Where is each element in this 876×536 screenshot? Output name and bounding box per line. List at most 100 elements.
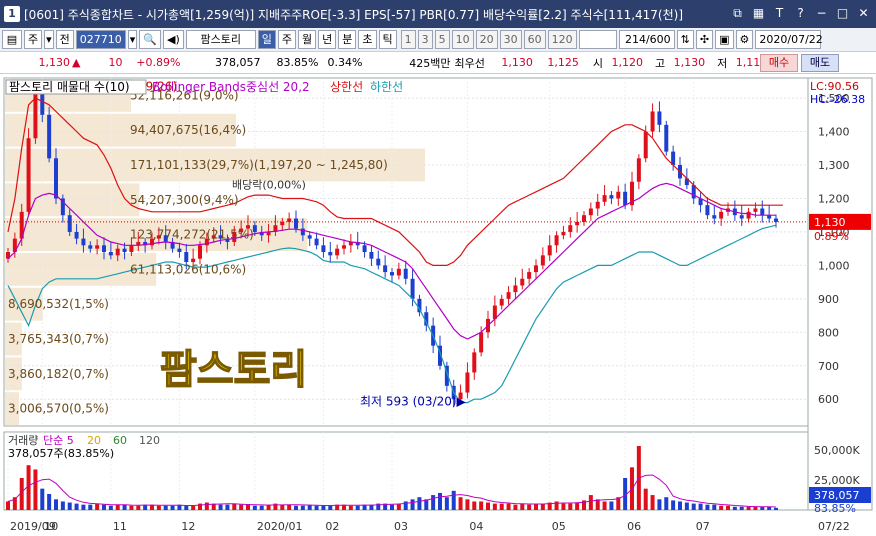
candle-body xyxy=(321,245,326,252)
volume-bar xyxy=(300,505,305,510)
volume-bar xyxy=(259,505,264,510)
interval-1[interactable]: 1 xyxy=(400,30,416,49)
date-input[interactable]: 2020/07/22 xyxy=(755,30,823,49)
volume-bar xyxy=(163,505,168,510)
volume-bar xyxy=(444,497,449,510)
volume-bar xyxy=(664,497,669,510)
low-label: 저 xyxy=(717,56,728,70)
stock-chart[interactable]: 6007008009001,0001,1001,2001,3001,4001,5… xyxy=(0,74,876,536)
period-tick[interactable]: 틱 xyxy=(378,30,397,49)
interval-120[interactable]: 120 xyxy=(547,30,577,49)
volume-bar xyxy=(239,504,244,510)
y-tick-label: 1,400 xyxy=(818,126,850,139)
candle-body xyxy=(582,215,586,222)
candle-body xyxy=(40,91,45,115)
interval-10[interactable]: 10 xyxy=(451,30,474,49)
candle-body xyxy=(547,245,552,256)
interval-60[interactable]: 60 xyxy=(523,30,546,49)
bid-label: 최우선 xyxy=(454,56,485,70)
stock-code-input[interactable]: 027710 xyxy=(75,30,126,49)
market-dropdown-icon[interactable]: ▾ xyxy=(44,30,54,49)
code-dropdown-icon[interactable]: ▾ xyxy=(127,30,138,49)
volume-bar xyxy=(294,505,298,510)
current-price: 1,130 xyxy=(38,56,71,69)
volume-bar xyxy=(47,494,52,510)
volume-bar xyxy=(732,506,737,510)
volume-bar xyxy=(753,506,758,510)
volume-profile-label: 123,774,272(21,5%) xyxy=(130,228,254,242)
y-tick-label: 1,300 xyxy=(818,159,850,172)
volume-bar xyxy=(60,501,65,510)
volume-bar xyxy=(698,503,703,510)
period-month[interactable]: 월 xyxy=(298,30,317,49)
close-icon[interactable]: ✕ xyxy=(855,5,872,22)
volume-bar xyxy=(451,490,456,510)
count-input[interactable]: 214/600 xyxy=(618,30,675,49)
font-icon[interactable]: T xyxy=(771,5,788,22)
interval-30[interactable]: 30 xyxy=(499,30,522,49)
minimize-icon[interactable]: − xyxy=(813,5,830,22)
help-icon[interactable]: ? xyxy=(792,5,809,22)
market-select[interactable]: 주 xyxy=(24,30,43,49)
interval-3[interactable]: 3 xyxy=(417,30,433,49)
candle-body xyxy=(74,231,79,239)
volume-bar xyxy=(26,465,31,510)
candle-body xyxy=(602,195,607,202)
chart-type-icon[interactable]: ⇅ xyxy=(676,30,694,49)
candle-body xyxy=(513,285,518,293)
volume-bar xyxy=(396,503,401,510)
candle-body xyxy=(26,138,31,212)
grid-icon[interactable]: ▦ xyxy=(750,5,767,22)
volume-bar xyxy=(506,503,511,510)
candle-body xyxy=(95,245,100,249)
volume-bar xyxy=(684,502,689,510)
stock-name-label: 팜스토리 xyxy=(185,30,256,49)
candle-body xyxy=(712,215,717,219)
candle-body xyxy=(479,332,484,353)
bid-price: 1,125 xyxy=(547,56,579,69)
candle-body xyxy=(383,265,388,273)
volume-bar xyxy=(232,503,237,510)
legend-bb-lower: 하한선 xyxy=(370,80,403,94)
volume-bar xyxy=(287,504,292,510)
volume-value: 378,057 xyxy=(214,56,261,69)
interval-input[interactable] xyxy=(578,30,617,49)
y-tick-label: 700 xyxy=(818,360,839,373)
volume-bar xyxy=(108,505,113,510)
period-second[interactable]: 초 xyxy=(358,30,377,49)
x-tick-label: 12 xyxy=(181,520,195,533)
buy-button[interactable]: 매수 xyxy=(760,54,798,72)
candle-body xyxy=(376,258,381,266)
prev-button[interactable]: 전 xyxy=(55,30,74,49)
period-year[interactable]: 년 xyxy=(318,30,337,49)
title-bar: 1 [0601] 주식종합차트 - 시가총액[1,259(억)] 지배주주ROE… xyxy=(0,0,876,28)
y-tick-label: 1,200 xyxy=(818,192,850,205)
volume-profile-label: 171,101,133(29,7%)(1,197,20 ~ 1,245,80) xyxy=(130,158,388,172)
current-pct-label: 0.89% xyxy=(814,230,849,243)
candle-body xyxy=(774,218,778,222)
maximize-icon[interactable]: □ xyxy=(834,5,851,22)
candle-body xyxy=(636,158,641,182)
candle-body xyxy=(287,218,292,222)
volume-bar xyxy=(54,499,58,510)
volume-legend-item: 60 xyxy=(113,434,127,447)
interval-20[interactable]: 20 xyxy=(475,30,498,49)
period-minute[interactable]: 분 xyxy=(338,30,357,49)
crosshair-icon[interactable]: ✣ xyxy=(695,30,714,49)
volume-bar xyxy=(726,505,730,510)
settings-icon[interactable]: ▤ xyxy=(2,30,22,49)
gear-icon[interactable]: ⚙ xyxy=(735,30,754,49)
volume-bar xyxy=(774,507,778,510)
open-price: 1,120 xyxy=(611,56,643,69)
save-icon[interactable]: ▣ xyxy=(715,30,734,49)
sell-button[interactable]: 매도 xyxy=(801,54,839,72)
volume-legend-item: 20 xyxy=(87,434,101,447)
period-week[interactable]: 주 xyxy=(277,30,297,49)
interval-5[interactable]: 5 xyxy=(434,30,450,49)
period-day[interactable]: 일 xyxy=(257,30,276,49)
volume-bar xyxy=(650,495,655,510)
link-icon[interactable]: ⧉ xyxy=(729,5,746,22)
sound-icon[interactable]: ◀) xyxy=(163,30,184,49)
volume-bar xyxy=(568,503,573,510)
search-icon[interactable]: 🔍 xyxy=(139,30,162,49)
